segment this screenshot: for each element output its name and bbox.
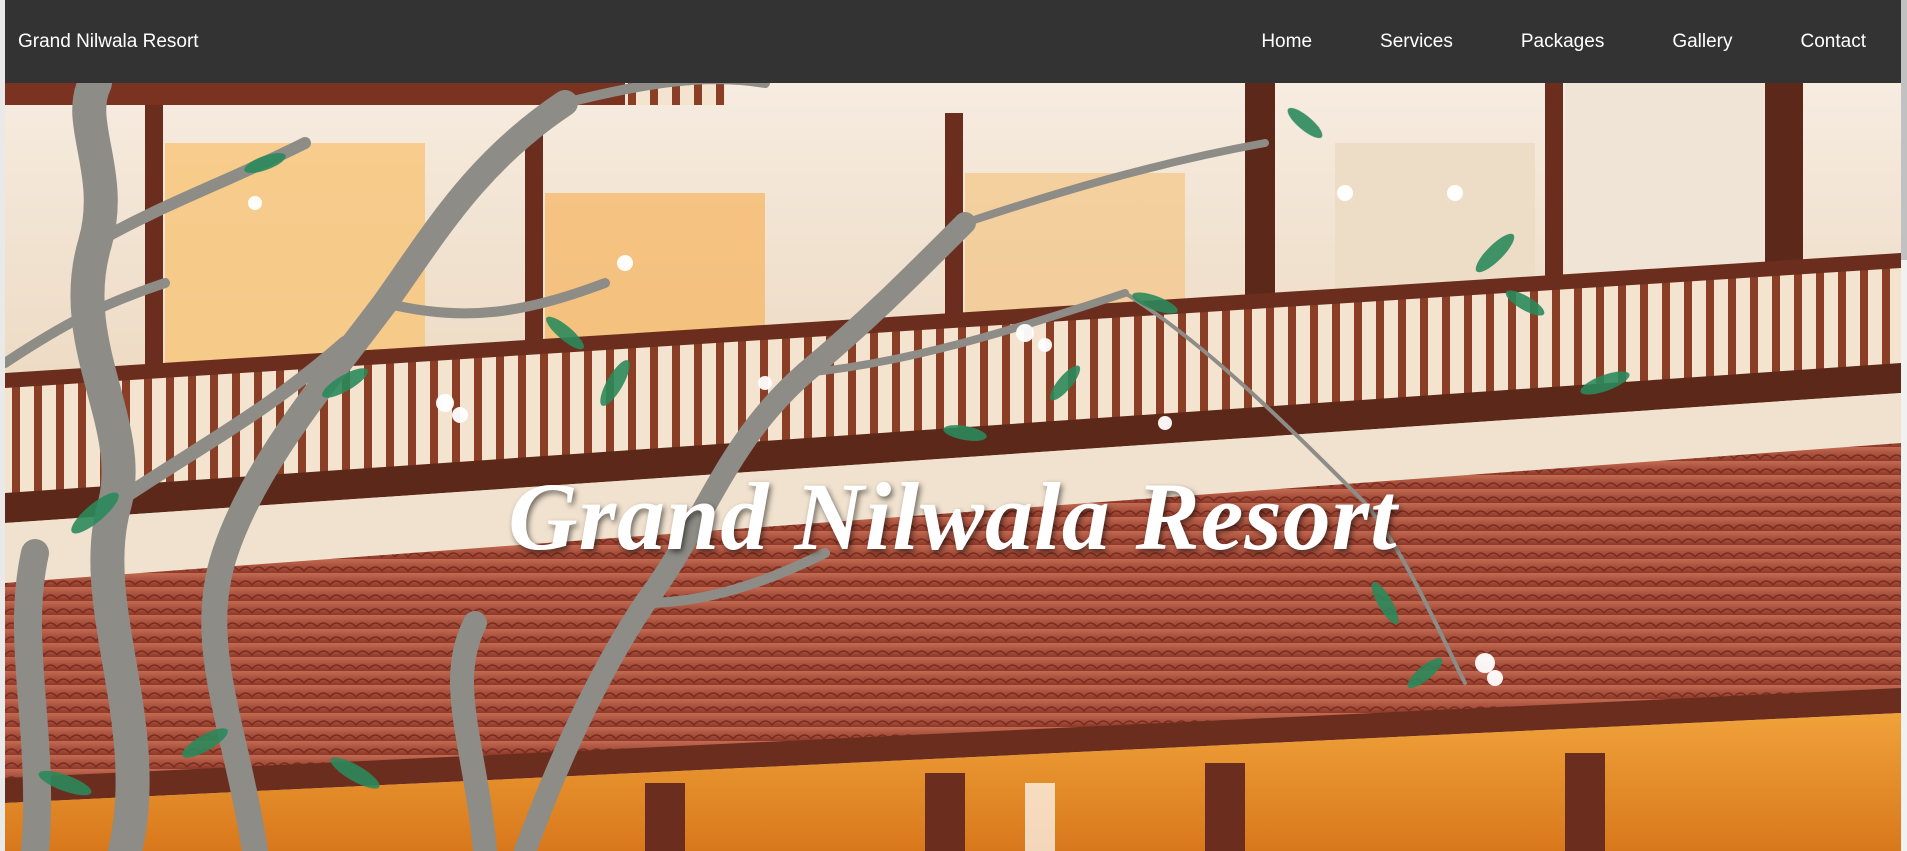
nav-links: Home Services Packages Gallery Contact (1227, 0, 1888, 83)
nav-home-link[interactable]: Home (1227, 0, 1346, 83)
hero-title: Grand Nilwala Resort (508, 463, 1398, 570)
page: Grand Nilwala Resort Grand Nilwala Resor… (0, 0, 1907, 851)
hero-section: Grand Nilwala Resort (5, 83, 1901, 851)
nav-contact-link[interactable]: Contact (1767, 0, 1888, 83)
vertical-scrollbar[interactable] (1901, 0, 1907, 851)
scrollbar-thumb[interactable] (1901, 0, 1907, 260)
nav-services-link[interactable]: Services (1346, 0, 1487, 83)
nav-packages-link[interactable]: Packages (1487, 0, 1638, 83)
nav-gallery-link[interactable]: Gallery (1638, 0, 1766, 83)
navbar: Grand Nilwala Resort Home Services Packa… (5, 0, 1901, 83)
brand-link[interactable]: Grand Nilwala Resort (18, 31, 199, 53)
